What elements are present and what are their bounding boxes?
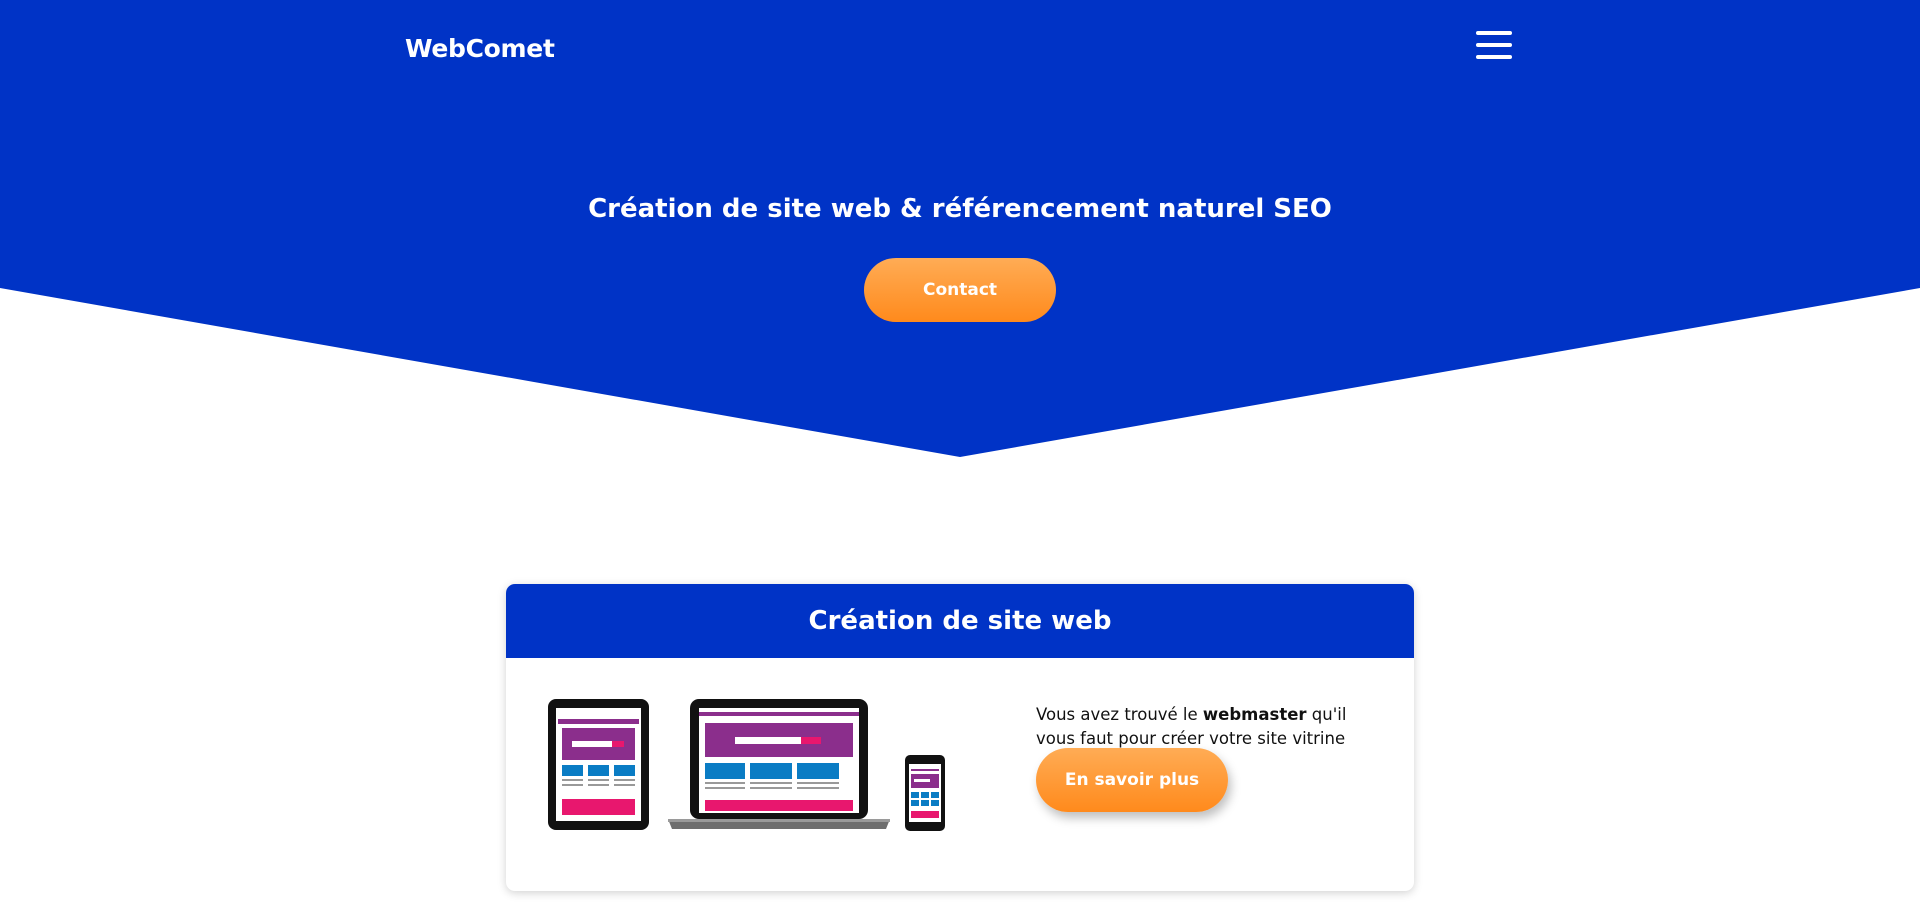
laptop-illustration <box>668 699 890 829</box>
hero-title: Création de site web & référencement nat… <box>588 194 1332 224</box>
phone-illustration <box>905 755 945 831</box>
description-bold-webmaster: webmaster <box>1202 704 1307 724</box>
hero-background <box>0 0 1920 457</box>
hamburger-menu-icon[interactable] <box>1476 29 1512 61</box>
tablet-illustration <box>548 699 649 830</box>
responsive-devices-illustration <box>548 699 945 831</box>
learn-more-button[interactable]: En savoir plus <box>1036 748 1228 812</box>
service-card-title: Création de site web <box>506 584 1414 658</box>
service-card: Création de site web Vous avez trouvé le… <box>506 584 1414 891</box>
contact-button[interactable]: Contact <box>864 258 1056 322</box>
brand-logo[interactable]: WebComet <box>405 34 555 63</box>
description-text-start: Vous avez trouvé le <box>1036 704 1203 724</box>
service-card-description: Vous avez trouvé le webmaster qu'il vous… <box>1036 703 1376 751</box>
